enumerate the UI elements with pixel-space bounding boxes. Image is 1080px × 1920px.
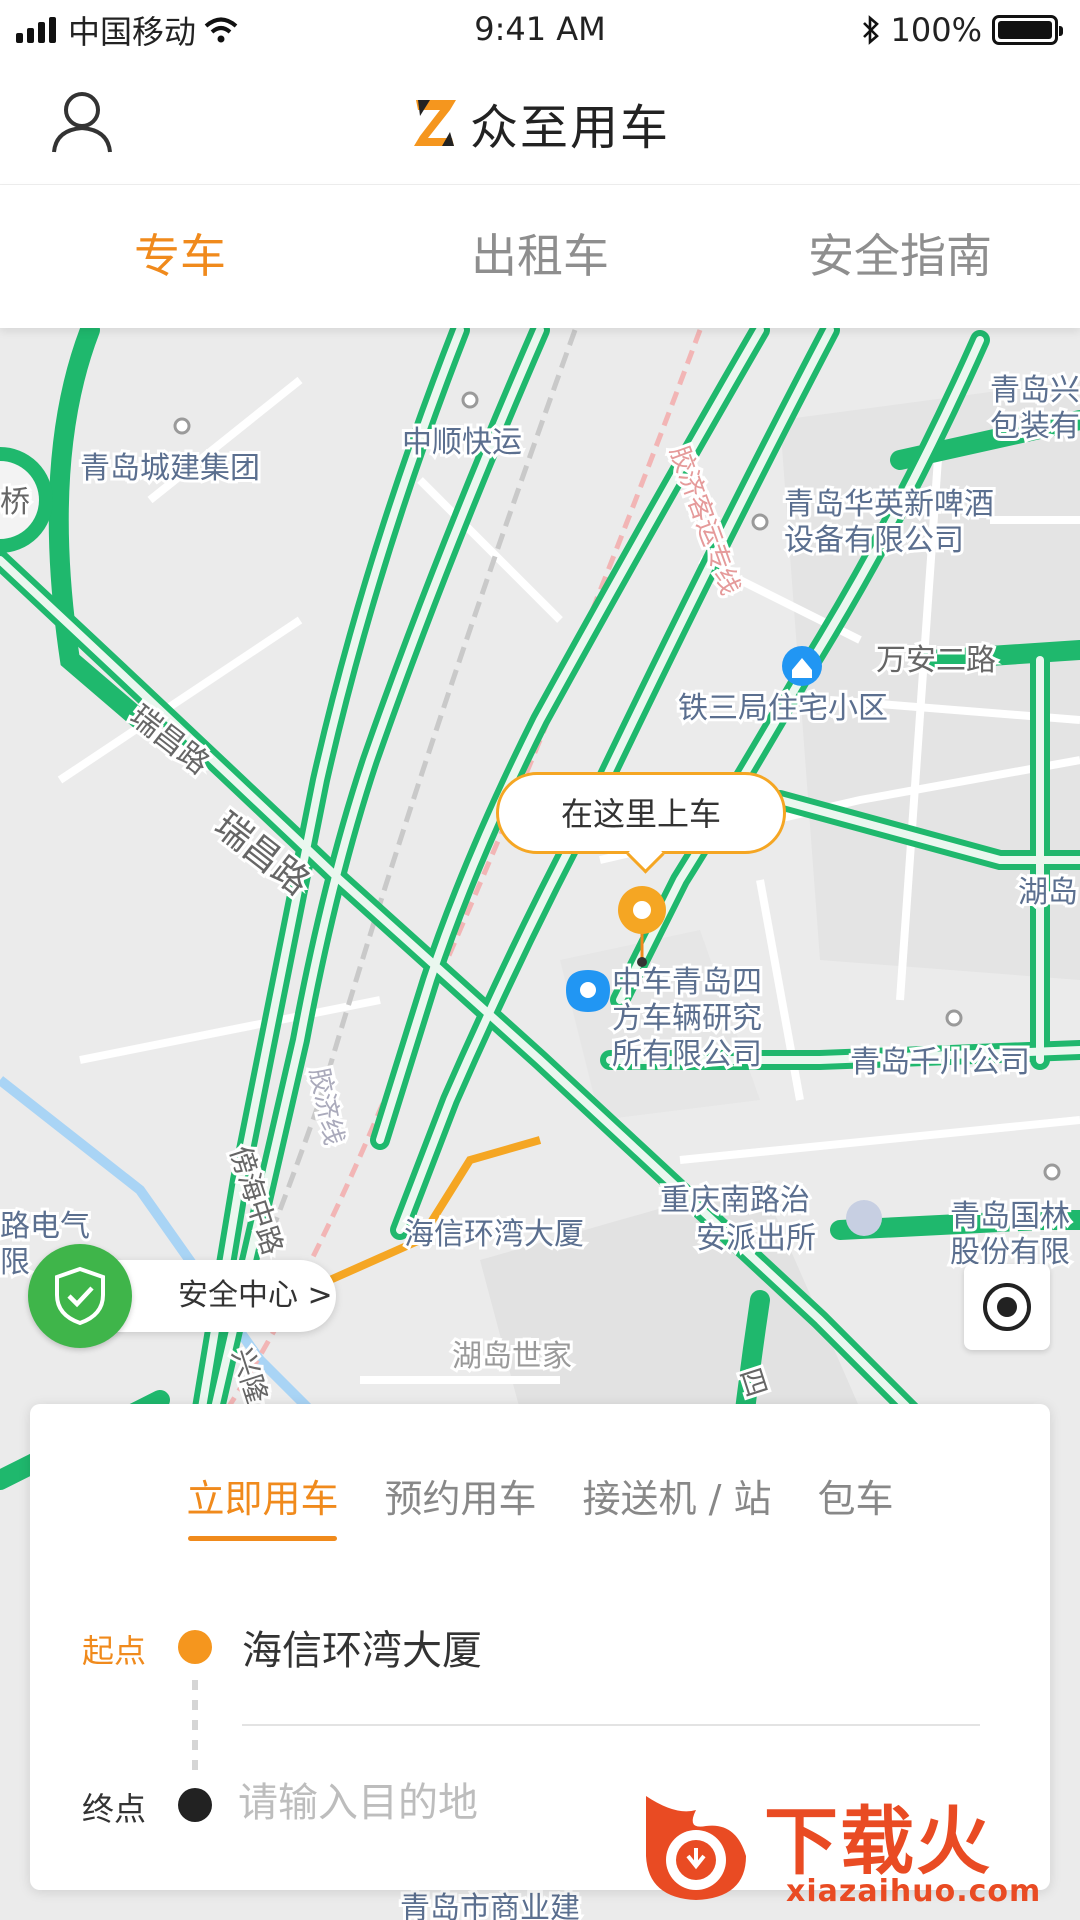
map-label: 青岛市商业建 (400, 1891, 580, 1920)
map-label: 中顺快运 (402, 425, 522, 460)
map-label: 重庆南路治 (660, 1183, 810, 1218)
map-label: 海信环湾大厦 (404, 1217, 584, 1252)
map-label: 青岛千川公司 (850, 1045, 1030, 1080)
tab-reserve-ride[interactable]: 预约用车 (385, 1468, 537, 1541)
status-bar: 中国移动 9:41 AM 100% (0, 0, 1080, 60)
map-label: 桥 (0, 485, 30, 520)
route-connector (192, 1680, 198, 1778)
end-dot-icon (178, 1788, 212, 1822)
ride-type-tabs: 立即用车 预约用车 接送机 / 站 包车 (30, 1468, 1050, 1541)
map-label: 湖岛世家 (452, 1339, 572, 1374)
divider (242, 1724, 980, 1726)
app-title: 众至用车 (469, 100, 670, 156)
start-label: 起点 (82, 1632, 147, 1670)
map-label: 路电气 (0, 1209, 90, 1244)
tab-safety-guide[interactable]: 安全指南 (720, 185, 1080, 328)
flame-logo-icon (646, 1796, 746, 1900)
tab-taxi[interactable]: 出租车 (360, 185, 720, 328)
tab-premium-car[interactable]: 专车 (0, 185, 360, 328)
map-label: 方车辆研究 (612, 1001, 762, 1036)
nav-bar: 众至用车 (0, 60, 1080, 185)
start-location-field[interactable]: 海信环湾大厦 (242, 1618, 482, 1676)
map-label: 包装有 (990, 409, 1080, 444)
map-label: 湖岛 (1018, 875, 1078, 910)
battery-fill (998, 21, 1052, 39)
brand-logo-icon (413, 100, 456, 146)
safety-center-label: 安全中心 > (178, 1278, 333, 1313)
service-tabs: 专车 出租车 安全指南 (0, 185, 1080, 328)
locate-me-button[interactable] (964, 1264, 1050, 1350)
tab-charter[interactable]: 包车 (817, 1468, 893, 1541)
map-label: 青岛华英新啤酒 (784, 487, 994, 522)
brand: 众至用车 (0, 88, 1080, 158)
tab-airport-station[interactable]: 接送机 / 站 (583, 1468, 772, 1541)
battery-percent: 100% (890, 11, 982, 49)
battery-icon (992, 15, 1063, 45)
map-label: 安派出所 (696, 1221, 816, 1256)
map-label: 中车青岛四 (612, 965, 762, 1000)
start-dot-icon (178, 1630, 212, 1664)
watermark-url: xiazaihuo.com (786, 1874, 1042, 1909)
watermark-title: 下载火 (764, 1799, 992, 1885)
map-label: 设备有限公司 (784, 523, 964, 558)
bluetooth-icon (862, 15, 879, 45)
map-label: 青岛国林 (950, 1199, 1070, 1234)
watermark: 下载火 xiazaihuo.com (636, 1780, 1080, 1920)
pickup-here-bubble[interactable]: 在这里上车 (496, 772, 786, 854)
end-label: 终点 (82, 1790, 147, 1828)
safety-center-button[interactable]: 安全中心 > (28, 1244, 338, 1348)
map-label: 万安二路 (876, 643, 996, 678)
tab-ride-now[interactable]: 立即用车 (186, 1468, 339, 1541)
locate-icon (983, 1283, 1031, 1331)
map-label: 铁三局住宅小区 (678, 691, 888, 726)
map-label: 青岛城建集团 (80, 451, 260, 486)
status-right: 100% (861, 8, 1063, 52)
map-label: 青岛兴 (990, 373, 1080, 408)
map-label: 限 (0, 1245, 30, 1280)
map-label: 所有限公司 (612, 1037, 762, 1072)
shield-check-icon (28, 1244, 132, 1348)
